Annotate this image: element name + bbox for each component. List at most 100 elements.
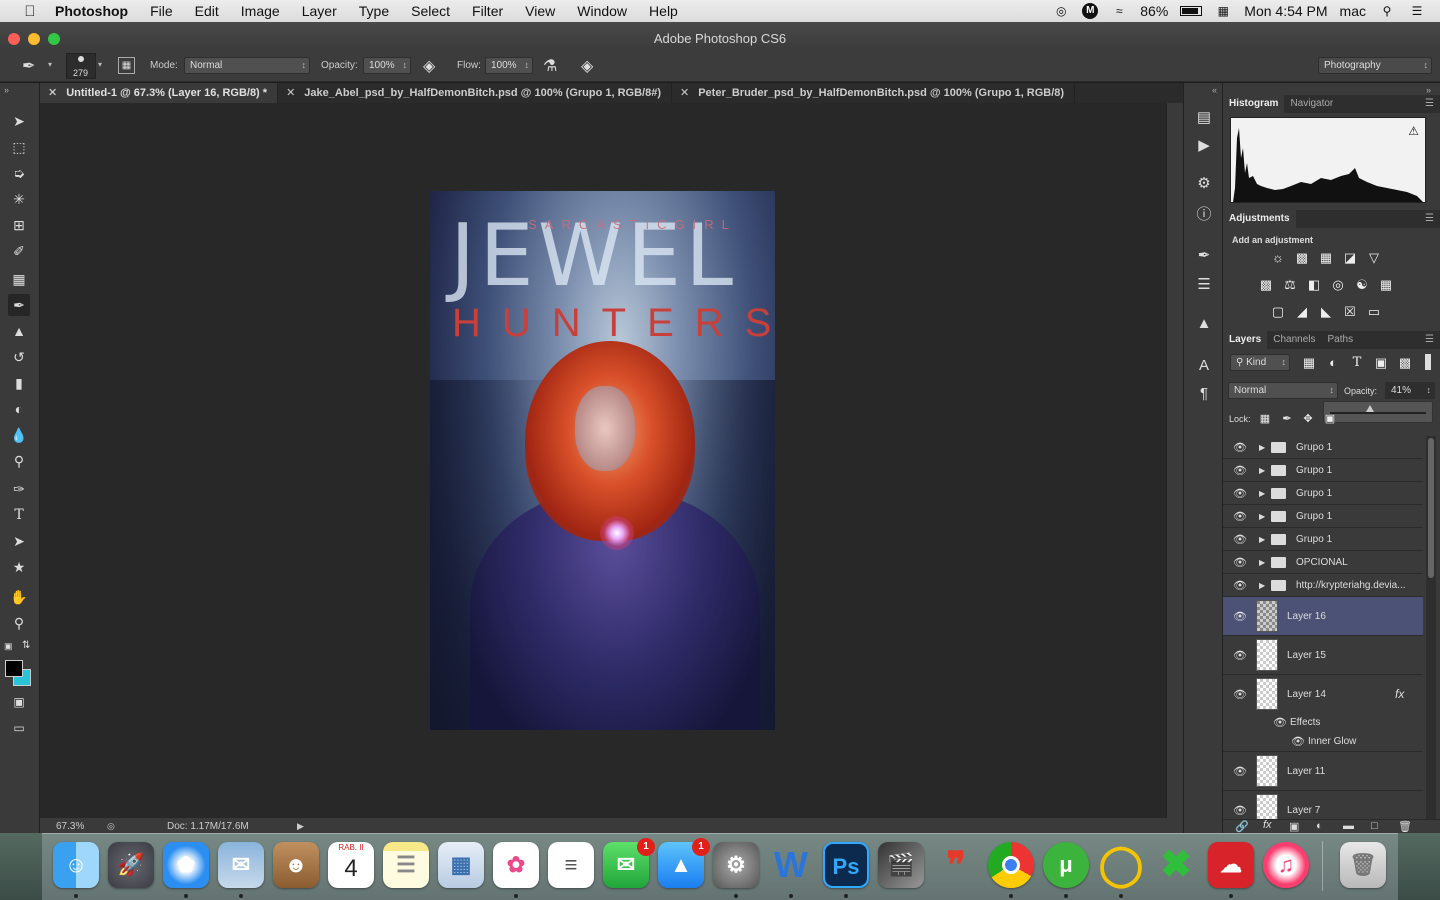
eye-icon[interactable]: 👁 xyxy=(1233,533,1247,546)
move-tool-icon[interactable]: ➤ xyxy=(8,110,30,132)
itunes-icon[interactable]: ♫ xyxy=(1263,842,1309,888)
add-layer-style-icon[interactable]: fx xyxy=(1263,819,1272,831)
clock[interactable]: Mon 4:54 PM xyxy=(1244,3,1327,19)
eye-icon[interactable]: 👁 xyxy=(1233,487,1247,500)
app-store-icon[interactable]: ▲ 1 xyxy=(658,838,710,888)
properties-panel-icon[interactable]: ⚙ xyxy=(1194,174,1214,194)
eye-icon[interactable]: 👁 xyxy=(1233,765,1247,778)
eye-icon[interactable]: 👁 xyxy=(1233,804,1247,817)
marquee-tool-icon[interactable]: ⬚ xyxy=(8,136,30,158)
blur-tool-icon[interactable]: 💧 xyxy=(8,424,30,446)
expand-arrow-icon[interactable]: ▶ xyxy=(1259,581,1265,590)
invert-icon[interactable]: ▢ xyxy=(1269,304,1287,320)
brush-size-picker[interactable]: 279 xyxy=(66,53,96,79)
close-window-button[interactable] xyxy=(8,33,20,45)
default-colors-icon[interactable]: ▣ xyxy=(4,641,13,652)
menu-type[interactable]: Type xyxy=(348,0,400,22)
minimize-window-button[interactable] xyxy=(28,33,40,45)
tab-navigator[interactable]: Navigator xyxy=(1284,95,1339,113)
history-brush-tool-icon[interactable]: ↺ xyxy=(8,346,30,368)
screen-mode-icon[interactable]: ▭ xyxy=(8,717,30,739)
preset-dropdown-arrow-icon[interactable]: ▾ xyxy=(48,60,52,69)
brush-presets-panel-icon[interactable]: ☰ xyxy=(1194,275,1214,295)
effect-row[interactable]: 👁 Inner Glow xyxy=(1223,733,1423,752)
warning-icon[interactable]: ⚠ xyxy=(1408,124,1419,138)
eye-icon[interactable]: 👁 xyxy=(1233,441,1247,454)
channel-mixer-icon[interactable]: ☯ xyxy=(1353,277,1371,293)
tab-histogram[interactable]: Histogram xyxy=(1223,95,1285,113)
pressure-opacity-icon[interactable]: ◈ xyxy=(423,56,435,76)
eye-icon[interactable]: 👁 xyxy=(1233,464,1247,477)
airbrush-icon[interactable]: ⚗ xyxy=(543,56,557,76)
black-white-icon[interactable]: ◧ xyxy=(1305,277,1323,293)
workspace-select[interactable]: Photography xyxy=(1318,57,1432,74)
posterize-icon[interactable]: ◢ xyxy=(1293,304,1311,320)
wifi-icon[interactable]: ≈ xyxy=(1110,4,1128,18)
powerpoint-like-icon[interactable]: ❞ xyxy=(933,842,979,888)
safari-icon[interactable]: ❀ xyxy=(163,842,209,888)
tab-peter-bruder[interactable]: ✕ Peter_Bruder_psd_by_HalfDemonBitch.psd … xyxy=(672,83,1076,103)
eyedropper-tool-icon[interactable]: ✐ xyxy=(8,240,30,262)
brush-panel-toggle-icon[interactable]: ▦ xyxy=(118,57,135,74)
brush-tool-icon[interactable]: ✒ xyxy=(8,294,30,316)
new-group-icon[interactable]: ▬ xyxy=(1343,820,1354,832)
filter-toggle-icon[interactable] xyxy=(1425,354,1431,370)
utorrent-icon[interactable]: μ xyxy=(1043,842,1089,888)
zoom-window-button[interactable] xyxy=(48,33,60,45)
layer-row[interactable]: 👁 Layer 11 xyxy=(1223,752,1423,791)
menu-edit[interactable]: Edit xyxy=(184,0,230,22)
history-panel-icon[interactable]: ▤ xyxy=(1194,108,1214,128)
creative-cloud-icon[interactable]: ◎ xyxy=(1052,4,1070,18)
tab-jake-abel[interactable]: ✕ Jake_Abel_psd_by_HalfDemonBitch.psd @ 1… xyxy=(278,83,672,103)
effects-row[interactable]: 👁 Effects xyxy=(1223,714,1423,733)
eye-icon[interactable]: 👁 xyxy=(1233,510,1247,523)
photos-icon[interactable]: ✿ xyxy=(493,842,539,888)
close-tab-icon[interactable]: ✕ xyxy=(680,87,689,99)
new-adjustment-icon[interactable]: ◐ xyxy=(1316,820,1323,832)
menu-filter[interactable]: Filter xyxy=(461,0,514,22)
menu-select[interactable]: Select xyxy=(400,0,461,22)
lasso-tool-icon[interactable]: ➭ xyxy=(8,162,30,184)
layer-opacity-input[interactable]: 41% xyxy=(1385,382,1435,399)
add-mask-icon[interactable]: ▣ xyxy=(1289,820,1299,833)
notes-icon[interactable]: ☰ xyxy=(383,842,429,888)
color-lookup-icon[interactable]: ▦ xyxy=(1377,277,1395,293)
word-icon[interactable]: W xyxy=(768,842,814,888)
pen-tool-icon[interactable]: ✑ xyxy=(8,478,30,500)
menu-image[interactable]: Image xyxy=(230,0,291,22)
collapse-panel-icon[interactable]: » xyxy=(4,85,9,95)
info-panel-icon[interactable]: ⓘ xyxy=(1194,205,1214,225)
layer-row[interactable]: 👁 ▶ Grupo 1 xyxy=(1223,459,1423,482)
eraser-tool-icon[interactable]: ▮ xyxy=(8,372,30,394)
menu-help[interactable]: Help xyxy=(638,0,689,22)
close-tab-icon[interactable]: ✕ xyxy=(48,87,57,99)
battery-icon[interactable] xyxy=(1180,6,1203,16)
expand-arrow-icon[interactable]: ▶ xyxy=(1259,512,1265,521)
opacity-slider-track[interactable] xyxy=(1330,412,1426,414)
menu-file[interactable]: File xyxy=(139,0,184,22)
layer-row[interactable]: 👁 Layer 7 xyxy=(1223,791,1423,819)
clone-stamp-tool-icon[interactable]: ▲ xyxy=(8,320,30,342)
close-tab-icon[interactable]: ✕ xyxy=(286,87,295,99)
filter-adjustment-icon[interactable]: ◐ xyxy=(1324,355,1342,371)
malwarebytes-icon[interactable]: M xyxy=(1082,3,1099,19)
delete-layer-icon[interactable]: 🗑 xyxy=(1398,820,1412,833)
eye-icon[interactable]: 👁 xyxy=(1233,556,1247,569)
layer-row[interactable]: 👁 ▶ Grupo 1 xyxy=(1223,436,1423,459)
final-cut-icon[interactable]: 🎬 xyxy=(878,842,924,888)
color-balance-icon[interactable]: ⚖ xyxy=(1281,277,1299,293)
new-layer-icon[interactable]: □ xyxy=(1371,820,1378,832)
tab-channels[interactable]: Channels xyxy=(1267,331,1321,349)
filter-type-icon[interactable]: T xyxy=(1348,355,1366,371)
path-selection-tool-icon[interactable]: ➤ xyxy=(8,530,30,552)
brush-tool-preset-icon[interactable]: ✒ xyxy=(22,56,35,76)
lock-all-icon[interactable]: ▣ xyxy=(1321,411,1339,427)
layer-row[interactable]: 👁 ▶ Grupo 1 xyxy=(1223,505,1423,528)
filter-pixel-icon[interactable]: ▦ xyxy=(1300,355,1318,371)
layers-scrollbar-thumb[interactable] xyxy=(1428,438,1434,578)
layer-row[interactable]: 👁 ▶ Grupo 1 xyxy=(1223,528,1423,551)
gradient-map-icon[interactable]: ▭ xyxy=(1365,304,1383,320)
expand-arrow-icon[interactable]: ▶ xyxy=(1259,443,1265,452)
opacity-slider-handle[interactable] xyxy=(1366,405,1374,412)
menu-view[interactable]: View xyxy=(514,0,566,22)
